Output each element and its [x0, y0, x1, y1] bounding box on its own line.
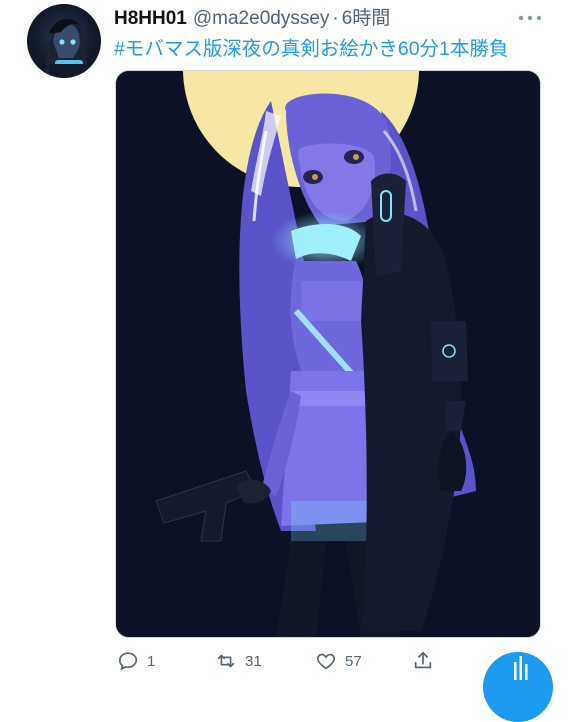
- reply-count: 1: [147, 652, 156, 670]
- retweet-count: 31: [245, 652, 262, 670]
- tweet-actions: 1 31 57: [0, 646, 569, 680]
- timestamp[interactable]: 6時間: [342, 3, 391, 30]
- more-dots-icon[interactable]: [518, 6, 542, 27]
- tweet-media-image[interactable]: [115, 70, 541, 638]
- avatar[interactable]: [27, 4, 101, 78]
- display-name[interactable]: H8HH01: [114, 8, 187, 30]
- hashtag-link[interactable]: #モバマス版深夜の真剣お絵かき60分1本勝負: [114, 32, 508, 61]
- retweet-button[interactable]: 31: [215, 650, 262, 672]
- more-dots-icon-svg: [518, 15, 542, 21]
- compose-icon: [514, 656, 528, 680]
- share-icon: [414, 651, 432, 669]
- like-count: 57: [345, 652, 362, 670]
- illustration: [116, 71, 540, 637]
- separator: ·: [332, 8, 339, 29]
- user-handle[interactable]: @ma2e0dyssey: [193, 8, 330, 30]
- like-button[interactable]: 57: [315, 650, 362, 672]
- reply-button[interactable]: 1: [117, 650, 155, 672]
- tweet-header: H8HH01 @ma2e0dyssey · 6時間: [114, 3, 390, 29]
- avatar-illustration: [45, 18, 89, 78]
- heart-icon: [317, 653, 335, 670]
- reply-icon: [118, 652, 138, 671]
- share-button[interactable]: [412, 650, 434, 672]
- retweet-icon: [217, 654, 235, 668]
